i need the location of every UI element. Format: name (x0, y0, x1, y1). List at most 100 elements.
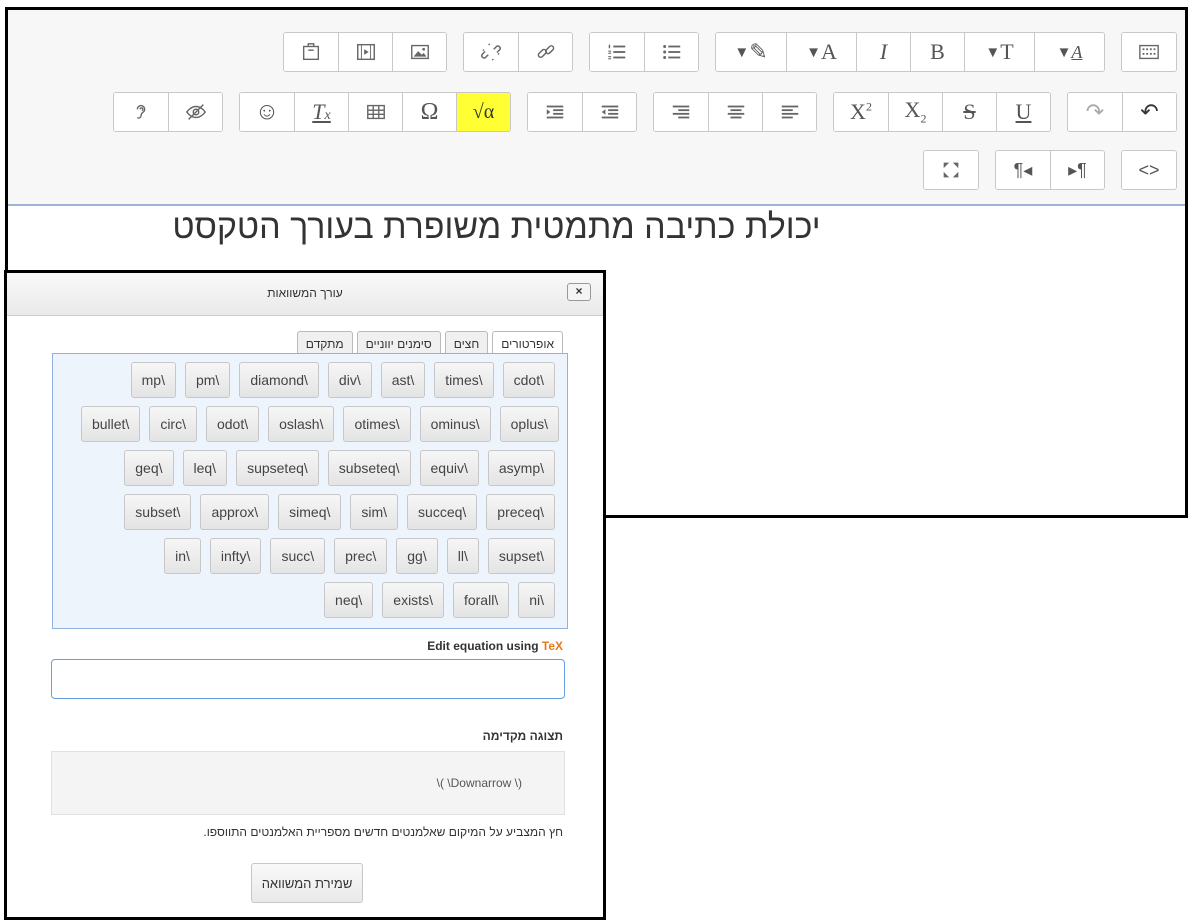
rtl-icon[interactable]: ▸¶ (1050, 151, 1104, 189)
superscript-icon[interactable]: X2 (834, 93, 888, 131)
editor-content-line[interactable]: יכולת כתיבה מתמטית משופרת בעורך הטקסט (8, 208, 1185, 247)
palette-button[interactable]: forall\ (452, 582, 510, 618)
palette-button[interactable]: odot\ (205, 406, 260, 442)
align-right-icon[interactable] (654, 93, 708, 131)
palette-row: preceq\ succeq\ sim\ simeq\ approx\ subs… (115, 494, 555, 530)
indent-icon[interactable] (528, 93, 582, 131)
toolbar-group-direction: ▸¶ ¶◂ (995, 150, 1105, 190)
palette-button[interactable]: leq\ (182, 450, 228, 486)
equation-editor-icon[interactable]: √α (456, 93, 510, 131)
palette-button[interactable]: succ\ (270, 538, 326, 574)
preview-box: \( \Downarrow \) (51, 751, 565, 815)
palette-button[interactable]: oplus\ (499, 406, 559, 442)
undo-icon[interactable]: ↶ (1122, 93, 1176, 131)
palette-button[interactable]: circ\ (149, 406, 197, 442)
palette-button[interactable]: subset\ (124, 494, 192, 530)
palette-button[interactable]: asymp\ (487, 450, 555, 486)
underline-icon[interactable]: U (996, 93, 1050, 131)
palette-button[interactable]: equiv\ (419, 450, 479, 486)
palette-button[interactable]: bullet\ (80, 406, 141, 442)
ltr-icon[interactable]: ¶◂ (996, 151, 1050, 189)
dialog-title: עורך המשוואות (267, 286, 343, 300)
bold-icon[interactable]: B (910, 33, 964, 71)
special-char-icon[interactable]: Ω (402, 93, 456, 131)
numbered-list-icon[interactable] (590, 33, 644, 71)
emoticon-icon[interactable]: ☺ (240, 93, 294, 131)
palette-button[interactable]: geq\ (124, 450, 174, 486)
clear-formatting-icon[interactable]: Tx (294, 93, 348, 131)
palette-button[interactable]: exists\ (382, 582, 444, 618)
bullet-list-icon[interactable] (644, 33, 698, 71)
editor-toolbar: ▼ A ▼ T B I ▼ A ▼ ✎ ↶ ↷ U S X2 X2 √α Ω T… (8, 10, 1185, 206)
video-icon[interactable] (338, 33, 392, 71)
palette-button[interactable]: neq\ (324, 582, 374, 618)
palette-button[interactable]: sim\ (350, 494, 399, 530)
link-icon[interactable] (518, 33, 572, 71)
redo-icon[interactable]: ↷ (1068, 93, 1122, 131)
file-manager-icon[interactable] (284, 33, 338, 71)
palette-button[interactable]: preceq\ (486, 494, 555, 530)
palette-button[interactable]: ni\ (518, 582, 555, 618)
palette-button[interactable]: gg\ (396, 538, 438, 574)
toolbar-group-align (653, 92, 817, 132)
outdent-icon[interactable] (582, 93, 636, 131)
tex-input[interactable] (51, 659, 565, 699)
image-icon[interactable] (392, 33, 446, 71)
palette-button[interactable]: infty\ (209, 538, 262, 574)
operator-palette: cdot\ times\ ast\ div\ diamond\ pm\ mp\ … (52, 353, 568, 629)
palette-button[interactable]: ominus\ (419, 406, 491, 442)
palette-button[interactable]: subseteq\ (327, 450, 411, 486)
font-color-icon[interactable]: ▼ A (786, 33, 856, 71)
toolbar-group-history: ↶ ↷ (1067, 92, 1177, 132)
palette-button[interactable]: ast\ (380, 362, 426, 398)
save-equation-button[interactable]: שמירת המשוואה (251, 863, 363, 903)
toolbar-group-fullscreen (923, 150, 979, 190)
palette-button[interactable]: oslash\ (268, 406, 335, 442)
toolbar-group-access (113, 92, 223, 132)
palette-button[interactable]: succeq\ (407, 494, 478, 530)
palette-button[interactable]: approx\ (200, 494, 270, 530)
palette-button[interactable]: supseteq\ (236, 450, 319, 486)
palette-button[interactable]: times\ (434, 362, 494, 398)
palette-row: cdot\ times\ ast\ div\ diamond\ pm\ mp\ (122, 362, 555, 398)
unlink-icon[interactable] (464, 33, 518, 71)
palette-button[interactable]: ll\ (446, 538, 479, 574)
font-size-icon[interactable]: ▼ T (964, 33, 1034, 71)
fullscreen-icon[interactable] (924, 151, 978, 189)
toolbar-group-toggle (1121, 32, 1177, 72)
palette-button[interactable]: mp\ (130, 362, 176, 398)
html-source-icon[interactable]: <> (1122, 151, 1176, 189)
palette-button[interactable]: cdot\ (502, 362, 555, 398)
align-left-icon[interactable] (762, 93, 816, 131)
toolbar-group-lists (589, 32, 699, 72)
palette-row: ni\ forall\ exists\ neq\ (315, 582, 555, 618)
table-icon[interactable] (348, 93, 402, 131)
dialog-titlebar: עורך המשוואות × (7, 273, 603, 316)
toolbar-row-3: <> ▸¶ ¶◂ (923, 150, 1177, 190)
background-color-icon[interactable]: ▼ ✎ (716, 33, 786, 71)
equation-editor-dialog: עורך המשוואות × אופרטורים חצים סימנים יו… (4, 270, 606, 920)
palette-button[interactable]: simeq\ (278, 494, 342, 530)
palette-button[interactable]: in\ (164, 538, 201, 574)
palette-button[interactable]: otimes\ (343, 406, 411, 442)
palette-button[interactable]: prec\ (334, 538, 388, 574)
palette-button[interactable]: supset\ (487, 538, 555, 574)
italic-icon[interactable]: I (856, 33, 910, 71)
align-center-icon[interactable] (708, 93, 762, 131)
palette-button[interactable]: diamond\ (239, 362, 319, 398)
strikethrough-icon[interactable]: S (942, 93, 996, 131)
palette-row: supset\ ll\ gg\ prec\ succ\ infty\ in\ (155, 538, 555, 574)
font-family-icon[interactable]: ▼ A (1034, 33, 1104, 71)
palette-row: asymp\ equiv\ subseteq\ supseteq\ leq\ g… (115, 450, 555, 486)
tex-link[interactable]: TeX (542, 639, 563, 653)
edit-equation-label: Edit equation using TeX (427, 639, 563, 653)
palette-button[interactable]: pm\ (184, 362, 231, 398)
accessibility-checker-icon[interactable] (168, 93, 222, 131)
preview-label: תצוגה מקדימה (482, 729, 563, 743)
palette-button[interactable]: div\ (327, 362, 372, 398)
toolbar-toggle-icon[interactable] (1122, 33, 1176, 71)
screenreader-helper-icon[interactable] (114, 93, 168, 131)
subscript-icon[interactable]: X2 (888, 93, 942, 131)
palette-row: oplus\ ominus\ otimes\ oslash\ odot\ cir… (72, 406, 559, 442)
close-icon[interactable]: × (567, 283, 591, 301)
